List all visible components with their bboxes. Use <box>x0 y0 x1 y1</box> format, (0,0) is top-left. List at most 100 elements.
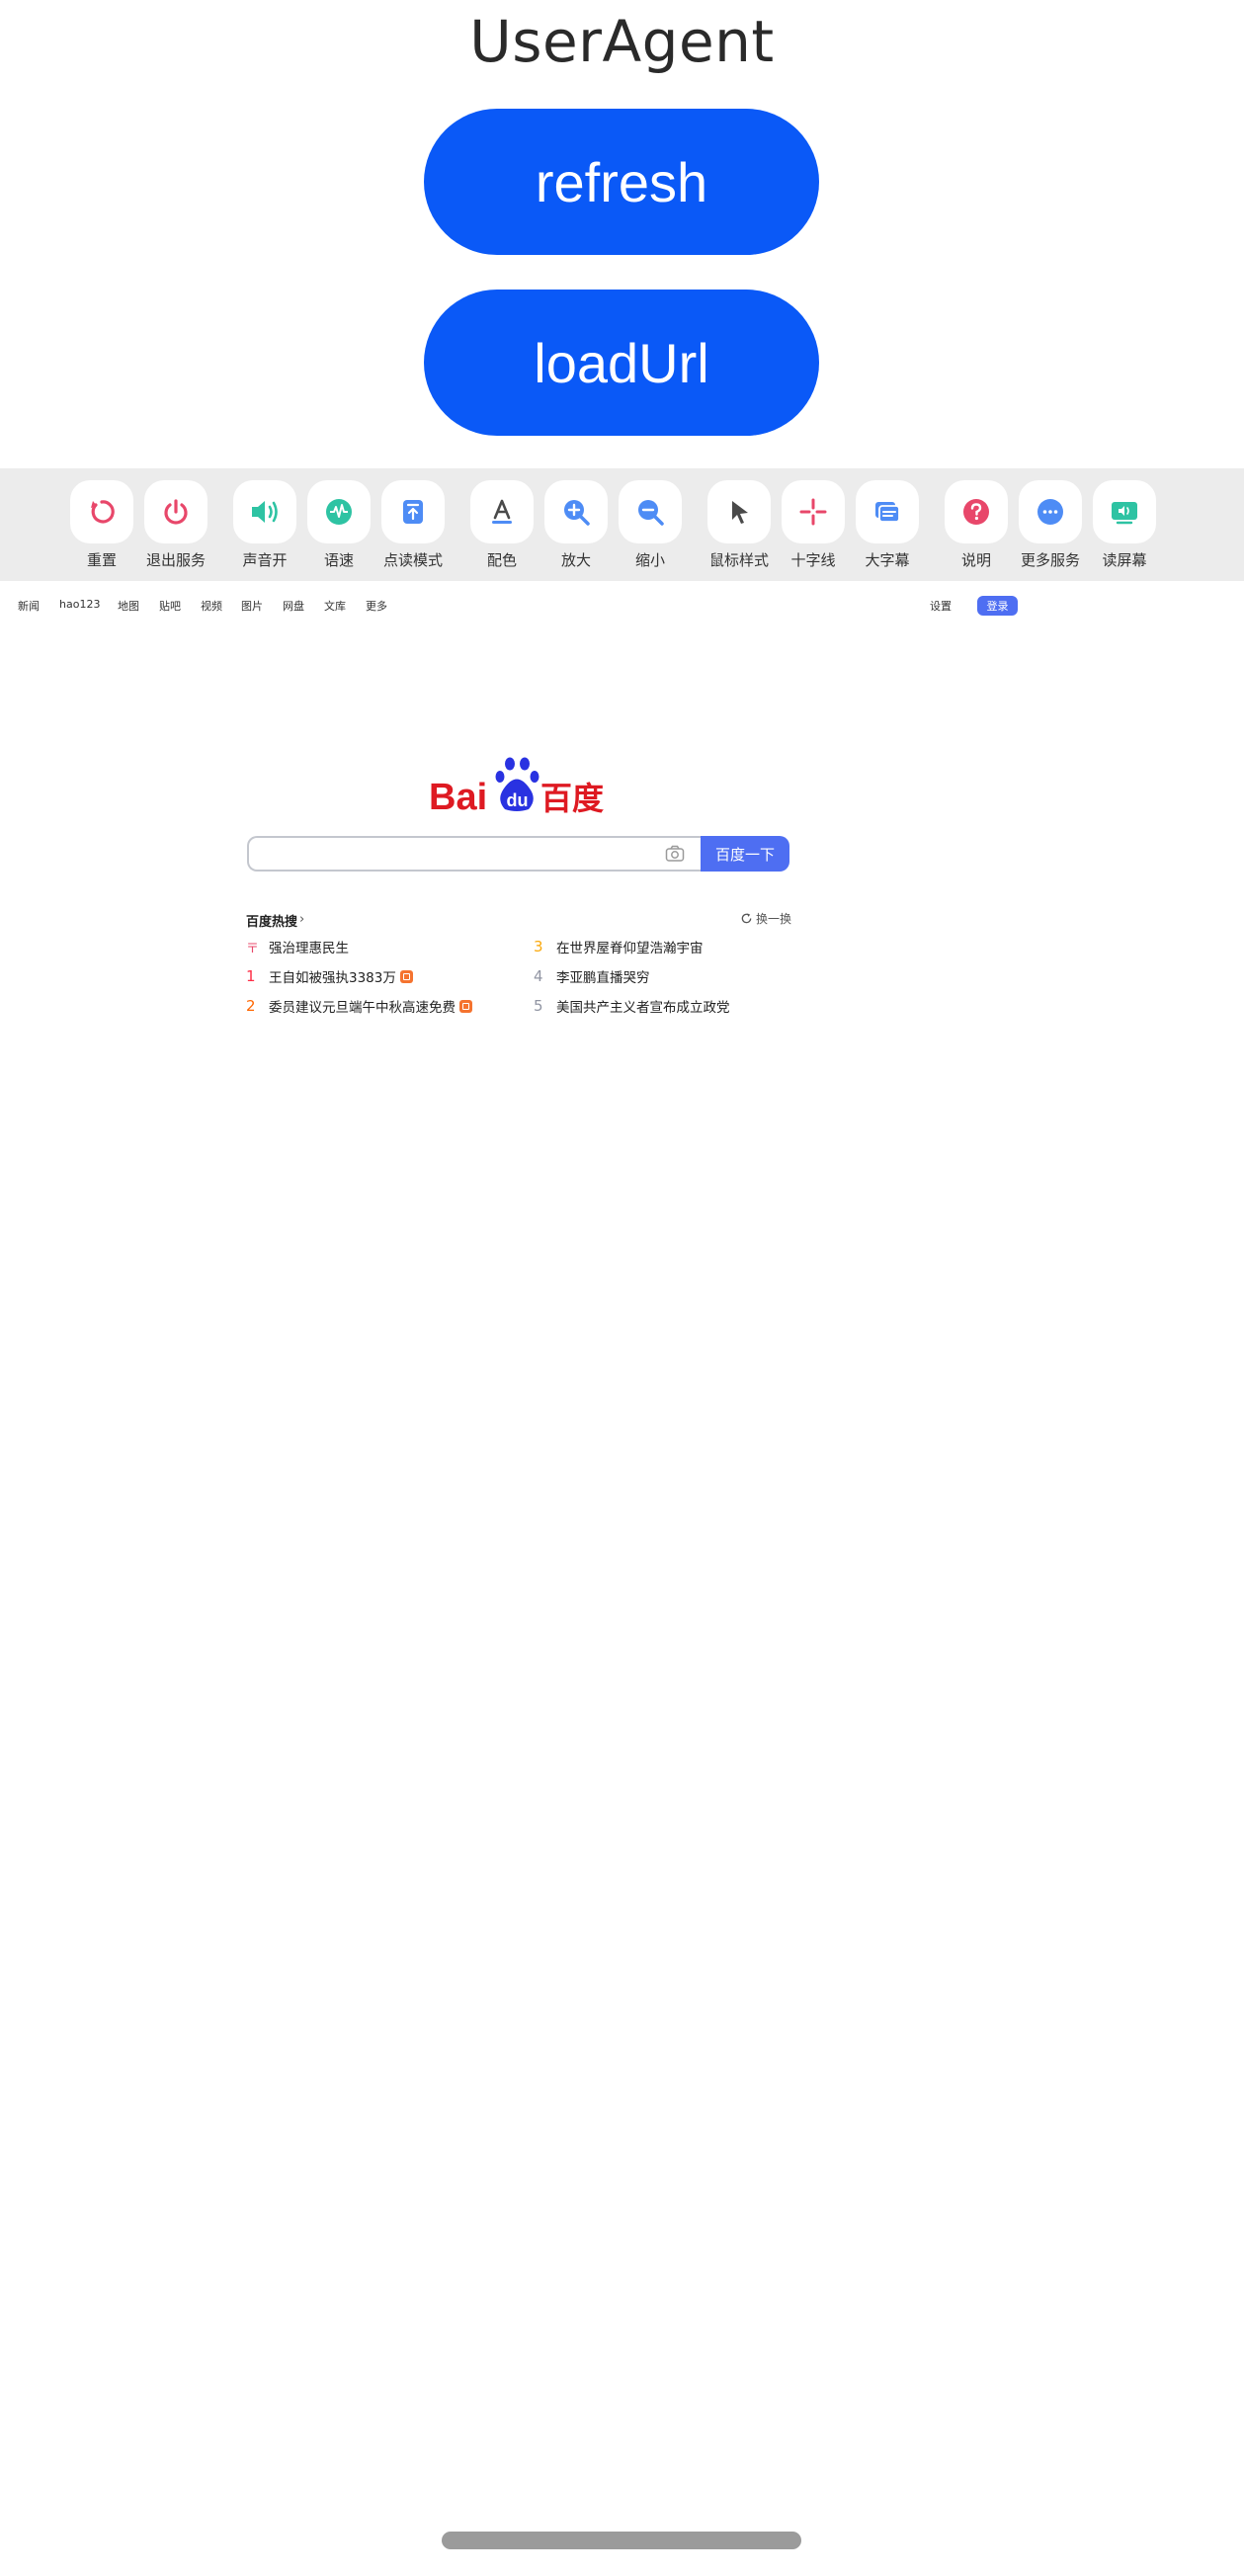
toolbar-item-point-read[interactable]: 点读模式 <box>373 480 453 570</box>
hot-badge-icon <box>459 999 472 1013</box>
toolbar-label: 退出服务 <box>145 551 206 569</box>
toolbar-label: 更多服务 <box>1020 551 1080 569</box>
hot-rank: 3 <box>534 938 543 956</box>
cursor-icon <box>732 501 748 524</box>
point-read-icon <box>403 500 423 524</box>
zoom-in-button[interactable] <box>544 480 608 543</box>
toolbar-label: 读屏幕 <box>1102 551 1147 569</box>
toolbar-item-exit-service[interactable]: 退出服务 <box>136 480 215 570</box>
refresh-button[interactable]: refresh <box>424 109 819 255</box>
speaker-icon <box>252 501 278 523</box>
hot-text: 王自如被强执3383万 <box>269 970 396 986</box>
nav-link-map[interactable]: 地图 <box>118 598 139 614</box>
toolbar-label: 语速 <box>323 551 354 569</box>
hot-refresh-button[interactable]: 换一换 <box>740 910 791 927</box>
cursor-style-button[interactable] <box>707 480 771 543</box>
hot-rank: 1 <box>246 967 256 985</box>
toolbar-item-cursor-style[interactable]: 鼠标样式 <box>700 480 779 570</box>
baidu-paw-logo: Bai du 百度 <box>429 757 604 818</box>
hot-search-title[interactable]: 百度热搜 <box>246 911 297 930</box>
toolbar-label: 点读模式 <box>382 551 443 569</box>
logo-text-du: du <box>507 790 529 810</box>
zoom-in-icon <box>564 500 590 526</box>
toolbar-item-crosshair[interactable]: 十字线 <box>774 480 853 570</box>
toolbar-item-read-screen[interactable]: 读屏幕 <box>1085 480 1164 570</box>
big-caption-button[interactable] <box>856 480 919 543</box>
camera-icon[interactable] <box>665 845 685 867</box>
hot-refresh-label: 换一换 <box>756 912 792 926</box>
zoom-out-button[interactable] <box>619 480 682 543</box>
toolbar-item-more-services[interactable]: 更多服务 <box>1011 480 1090 570</box>
nav-link-news[interactable]: 新闻 <box>18 598 40 614</box>
refresh-icon <box>741 913 752 924</box>
hot-text: 强治理惠民生 <box>269 941 349 956</box>
hot-rank: 4 <box>534 967 543 985</box>
point-read-button[interactable] <box>381 480 445 543</box>
nav-link-wenku[interactable]: 文库 <box>324 598 346 614</box>
home-indicator[interactable] <box>442 2532 801 2549</box>
hot-list-item[interactable]: 4 李亚鹏直播哭穷 <box>534 966 650 986</box>
toolbar-item-zoom-in[interactable]: 放大 <box>537 480 616 570</box>
hot-list-item[interactable]: 5 美国共产主义者宣布成立政党 <box>534 996 730 1016</box>
read-screen-button[interactable] <box>1093 480 1156 543</box>
toolbar-label: 放大 <box>560 551 591 569</box>
speech-rate-icon <box>326 499 352 525</box>
toolbar-label: 缩小 <box>634 551 665 569</box>
login-button[interactable]: 登录 <box>977 596 1018 616</box>
hot-text: 李亚鹏直播哭穷 <box>556 970 650 986</box>
toolbar-item-sound[interactable]: 声音开 <box>225 480 304 570</box>
big-caption-icon <box>875 502 900 523</box>
color-scheme-button[interactable] <box>470 480 534 543</box>
nav-link-more[interactable]: 更多 <box>366 598 387 614</box>
speech-rate-button[interactable] <box>307 480 371 543</box>
exit-service-button[interactable] <box>144 480 207 543</box>
toolbar-item-help[interactable]: 说明 <box>937 480 1016 570</box>
page-title: UserAgent <box>469 8 775 75</box>
nav-link-images[interactable]: 图片 <box>241 598 263 614</box>
toolbar-item-color-scheme[interactable]: 配色 <box>462 480 541 570</box>
settings-link[interactable]: 设置 <box>930 598 952 614</box>
toolbar-label: 大字幕 <box>865 551 910 569</box>
baidu-logo: Bai du 百度 <box>429 756 607 821</box>
help-button[interactable] <box>945 480 1008 543</box>
power-icon <box>164 499 188 525</box>
toolbar-item-speech-rate[interactable]: 语速 <box>299 480 378 570</box>
toolbar-item-reset[interactable]: 重置 <box>62 480 141 570</box>
hot-rank: 5 <box>534 997 543 1015</box>
crosshair-button[interactable] <box>782 480 845 543</box>
toolbar-item-zoom-out[interactable]: 缩小 <box>611 480 690 570</box>
hot-text: 在世界屋脊仰望浩瀚宇宙 <box>556 941 704 956</box>
search-input[interactable] <box>247 836 701 872</box>
toolbar-item-big-caption[interactable]: 大字幕 <box>848 480 927 570</box>
hot-list-item[interactable]: 1 王自如被强执3383万 <box>246 966 413 986</box>
more-icon <box>1037 499 1063 525</box>
toolbar-label: 声音开 <box>242 551 288 569</box>
toolbar-label: 十字线 <box>790 551 836 569</box>
hot-text: 美国共产主义者宣布成立政党 <box>556 1000 730 1016</box>
hot-list-item[interactable]: 3 在世界屋脊仰望浩瀚宇宙 <box>534 937 704 956</box>
toolbar-label: 鼠标样式 <box>708 551 769 569</box>
nav-link-netdisk[interactable]: 网盘 <box>283 598 304 614</box>
reset-icon <box>91 500 115 524</box>
hot-rank: 〒 <box>246 941 260 956</box>
reset-button[interactable] <box>70 480 133 543</box>
read-screen-icon <box>1112 502 1137 525</box>
accessibility-toolbar: 重置 退出服务 声音开 语速 点读模式 配色 放大 缩小 鼠标样式 十字线 大字… <box>0 468 1244 581</box>
toolbar-label: 说明 <box>960 551 991 569</box>
logo-text-baidu-cn: 百度 <box>540 780 604 817</box>
chevron-right-icon[interactable]: › <box>299 912 304 927</box>
nav-link-video[interactable]: 视频 <box>201 598 222 614</box>
hot-list-item[interactable]: 2 委员建议元旦端午中秋高速免费 <box>246 996 472 1016</box>
zoom-out-icon <box>638 500 664 526</box>
hot-badge-icon <box>399 969 413 983</box>
toolbar-label: 重置 <box>86 551 117 569</box>
more-services-button[interactable] <box>1019 480 1082 543</box>
logo-text-bai: Bai <box>429 777 487 817</box>
color-scheme-icon <box>492 499 512 524</box>
search-button[interactable]: 百度一下 <box>701 836 789 872</box>
nav-link-hao123[interactable]: hao123 <box>59 598 100 611</box>
hot-list-item[interactable]: 〒 强治理惠民生 <box>246 937 349 956</box>
nav-link-tieba[interactable]: 贴吧 <box>159 598 181 614</box>
sound-button[interactable] <box>233 480 296 543</box>
load-url-button[interactable]: loadUrl <box>424 290 819 436</box>
